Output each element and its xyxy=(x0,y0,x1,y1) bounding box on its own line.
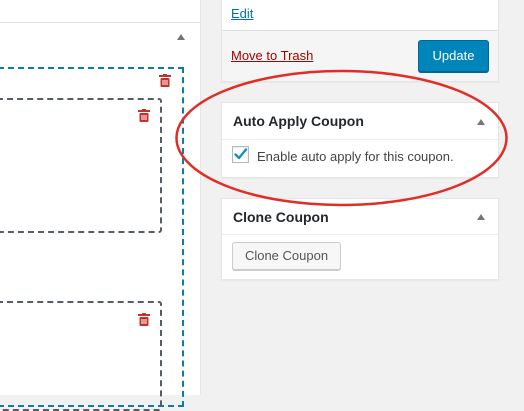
box-divider xyxy=(222,234,498,235)
clone-coupon-title: Clone Coupon xyxy=(233,209,329,225)
collapse-toggle-icon[interactable] xyxy=(477,214,485,220)
box-divider xyxy=(222,139,498,140)
collapse-toggle-icon[interactable] xyxy=(177,34,185,40)
trash-icon[interactable] xyxy=(138,109,150,122)
edit-link[interactable]: Edit xyxy=(231,6,253,21)
update-button[interactable]: Update xyxy=(418,40,489,72)
auto-apply-checkbox-label: Enable auto apply for this coupon. xyxy=(257,149,454,164)
panel-header-divider xyxy=(0,22,201,23)
trash-icon[interactable] xyxy=(159,74,171,87)
auto-apply-checkbox[interactable] xyxy=(232,146,249,163)
checkmark-icon xyxy=(234,148,248,160)
collapse-toggle-icon[interactable] xyxy=(477,119,485,125)
auto-apply-title: Auto Apply Coupon xyxy=(233,113,364,129)
clone-coupon-button[interactable]: Clone Coupon xyxy=(232,242,341,270)
move-to-trash-link[interactable]: Move to Trash xyxy=(231,48,313,63)
trash-icon[interactable] xyxy=(138,313,150,326)
